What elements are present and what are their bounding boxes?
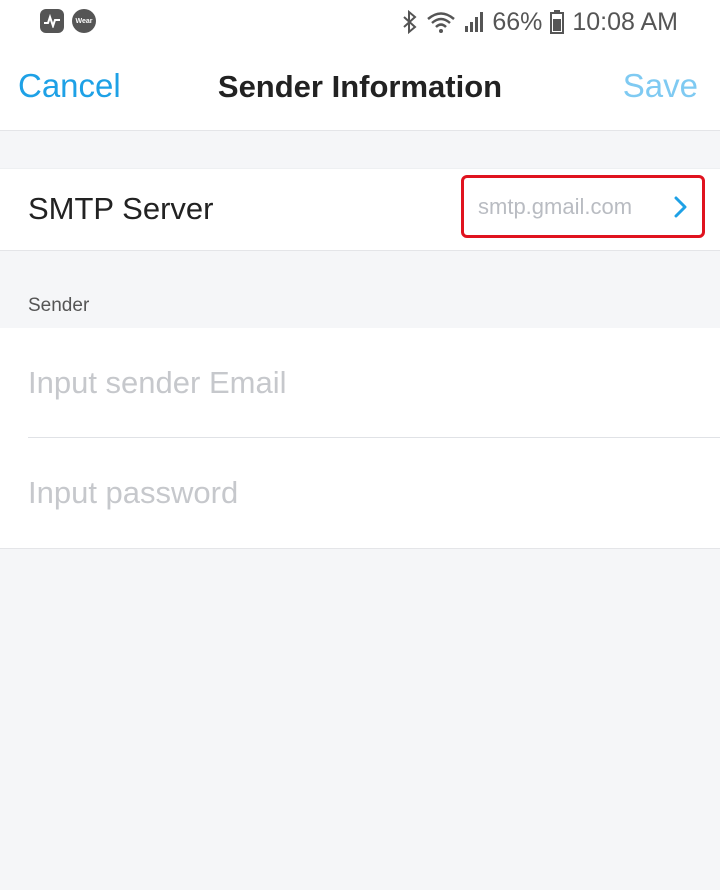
notification-icons: Wear xyxy=(40,9,96,33)
status-bar: Wear 66% 10:08 AM xyxy=(0,0,720,44)
bluetooth-icon xyxy=(403,10,417,34)
clock: 10:08 AM xyxy=(572,8,678,36)
smtp-server-value: smtp.gmail.com xyxy=(478,194,633,219)
battery-icon xyxy=(550,10,565,34)
smtp-server-selector[interactable]: smtp.gmail.com xyxy=(461,175,705,238)
system-status: 66% 10:08 AM xyxy=(402,6,678,38)
signal-icon xyxy=(465,12,484,32)
chevron-right-icon xyxy=(674,196,687,218)
page-title: Sender Information xyxy=(217,69,503,104)
smtp-server-label: SMTP Server xyxy=(28,191,214,226)
wear-app-icon: Wear xyxy=(72,9,96,33)
sender-email-input[interactable] xyxy=(28,328,720,438)
save-button[interactable]: Save xyxy=(623,67,698,105)
sender-inputs-group xyxy=(0,328,720,549)
sender-section-label: Sender xyxy=(28,295,90,316)
wifi-icon xyxy=(427,12,456,33)
battery-percentage: 66% xyxy=(492,8,543,36)
password-input[interactable] xyxy=(28,438,720,547)
navigation-bar: Cancel Sender Information Save xyxy=(0,44,720,131)
activity-icon xyxy=(40,9,64,33)
wear-label: Wear xyxy=(75,17,93,25)
smtp-server-row[interactable]: SMTP Server smtp.gmail.com xyxy=(0,168,720,251)
